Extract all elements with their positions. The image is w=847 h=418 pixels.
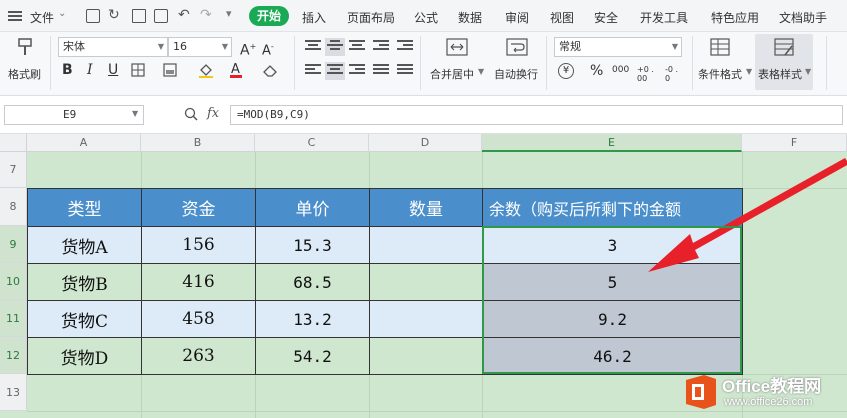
- tab-home[interactable]: 开始: [249, 6, 289, 26]
- tab-formulas[interactable]: 公式: [414, 9, 438, 26]
- wrap-text-button[interactable]: 自动换行: [494, 66, 538, 82]
- font-name-select[interactable]: 宋体 ▼: [58, 37, 168, 57]
- office-logo-icon: [686, 375, 716, 409]
- file-menu[interactable]: 文件: [30, 9, 54, 26]
- tab-page-layout[interactable]: 页面布局: [347, 9, 395, 26]
- tab-security[interactable]: 安全: [594, 9, 618, 26]
- currency-icon[interactable]: ¥: [558, 63, 574, 79]
- watermark-url: www.office26.com: [724, 396, 813, 408]
- hamburger-icon[interactable]: [8, 10, 22, 22]
- number-format-value: 常规: [559, 40, 581, 53]
- watermark-brand: Office教程网: [722, 377, 822, 396]
- tab-view[interactable]: 视图: [550, 9, 574, 26]
- redo-icon[interactable]: ↷: [200, 7, 212, 23]
- menu-bar: 文件 ⌄ ↻ ↶ ↷ ▾ 开始 插入 页面布局 公式 数据 审阅 视图 安全 开…: [0, 0, 847, 32]
- zoom-formula-icon[interactable]: [184, 107, 198, 121]
- fill-color-icon[interactable]: [198, 62, 214, 78]
- tab-special-apps[interactable]: 特色应用: [711, 9, 759, 26]
- table-style-button[interactable]: 表格样式 ▼: [755, 34, 813, 90]
- table-style-label: 表格样式: [758, 68, 802, 81]
- increase-font-icon[interactable]: A+: [240, 39, 256, 59]
- border-icon[interactable]: [131, 63, 145, 77]
- formula-input[interactable]: =MOD(B9,C9): [230, 105, 843, 125]
- conditional-format-button[interactable]: 条件格式: [698, 66, 742, 82]
- merge-center-button[interactable]: 合并居中: [430, 66, 474, 82]
- undo-icon[interactable]: ↶: [178, 7, 190, 23]
- print-preview-icon[interactable]: [154, 9, 168, 23]
- percent-button[interactable]: %: [590, 63, 603, 79]
- chevron-down-icon: ▼: [805, 67, 812, 76]
- increase-indent-icon[interactable]: [397, 40, 413, 54]
- bold-button[interactable]: B: [62, 62, 73, 78]
- name-box[interactable]: E9: [4, 105, 144, 125]
- tab-data[interactable]: 数据: [458, 9, 482, 26]
- ribbon-toolbar: 格式刷 宋体 ▼ 16 ▼ A+ A- B I U A 合并居中 ▼ 自动换行 …: [0, 32, 847, 96]
- more-chevron-icon[interactable]: ▾: [226, 7, 232, 20]
- decrease-font-icon[interactable]: A-: [262, 39, 274, 59]
- format-painter-icon[interactable]: [16, 38, 34, 56]
- chevron-down-icon: ▼: [157, 42, 164, 51]
- save-icon[interactable]: [86, 9, 100, 23]
- wrap-text-icon[interactable]: [506, 38, 528, 56]
- italic-button[interactable]: I: [87, 62, 93, 78]
- merge-center-icon[interactable]: [446, 38, 468, 56]
- svg-text:A: A: [231, 62, 240, 77]
- conditional-format-icon[interactable]: [710, 38, 730, 56]
- thousands-separator-button[interactable]: 000: [612, 65, 629, 75]
- justify-icon[interactable]: [373, 64, 389, 78]
- chevron-down-icon[interactable]: ▼: [132, 109, 138, 118]
- decrease-indent-icon[interactable]: [373, 40, 389, 54]
- table-style-icon: [774, 38, 794, 56]
- font-size-value: 16: [173, 40, 187, 53]
- align-top-icon[interactable]: [305, 40, 321, 54]
- align-right-icon[interactable]: [349, 64, 365, 78]
- align-bottom-icon[interactable]: [349, 40, 365, 54]
- font-size-select[interactable]: 16 ▼: [168, 37, 232, 57]
- distributed-icon[interactable]: [397, 64, 413, 78]
- chevron-down-icon: ▼: [671, 42, 678, 51]
- cell-style-icon[interactable]: [163, 63, 177, 77]
- tab-review[interactable]: 审阅: [505, 9, 529, 26]
- chevron-down-icon: ▼: [221, 42, 228, 51]
- formula-bar: E9 ▼ fx =MOD(B9,C9): [0, 96, 847, 134]
- tab-insert[interactable]: 插入: [302, 9, 326, 26]
- decrease-decimal-button[interactable]: -0 .0: [665, 65, 683, 83]
- tab-doc-assistant[interactable]: 文档助手: [779, 9, 827, 26]
- chevron-down-icon[interactable]: ⌄: [58, 8, 66, 19]
- watermark: Office教程网 www.office26.com: [680, 370, 847, 418]
- increase-decimal-button[interactable]: +0 .00: [637, 65, 657, 83]
- align-left-icon[interactable]: [305, 64, 321, 78]
- font-name-value: 宋体: [63, 40, 85, 53]
- chevron-down-icon[interactable]: ▼: [478, 67, 484, 76]
- eraser-icon[interactable]: [262, 63, 278, 77]
- font-color-icon[interactable]: A: [229, 61, 243, 79]
- underline-button[interactable]: U: [108, 62, 118, 78]
- cloud-icon[interactable]: ↻: [108, 7, 120, 23]
- tab-developer[interactable]: 开发工具: [640, 9, 688, 26]
- format-painter-button[interactable]: 格式刷: [8, 66, 41, 82]
- chevron-down-icon[interactable]: ▼: [746, 67, 752, 76]
- align-middle-icon[interactable]: [325, 38, 345, 56]
- align-center-icon[interactable]: [325, 62, 345, 80]
- print-icon[interactable]: [132, 9, 146, 23]
- fx-button[interactable]: fx: [207, 106, 219, 121]
- number-format-select[interactable]: 常规 ▼: [554, 37, 682, 57]
